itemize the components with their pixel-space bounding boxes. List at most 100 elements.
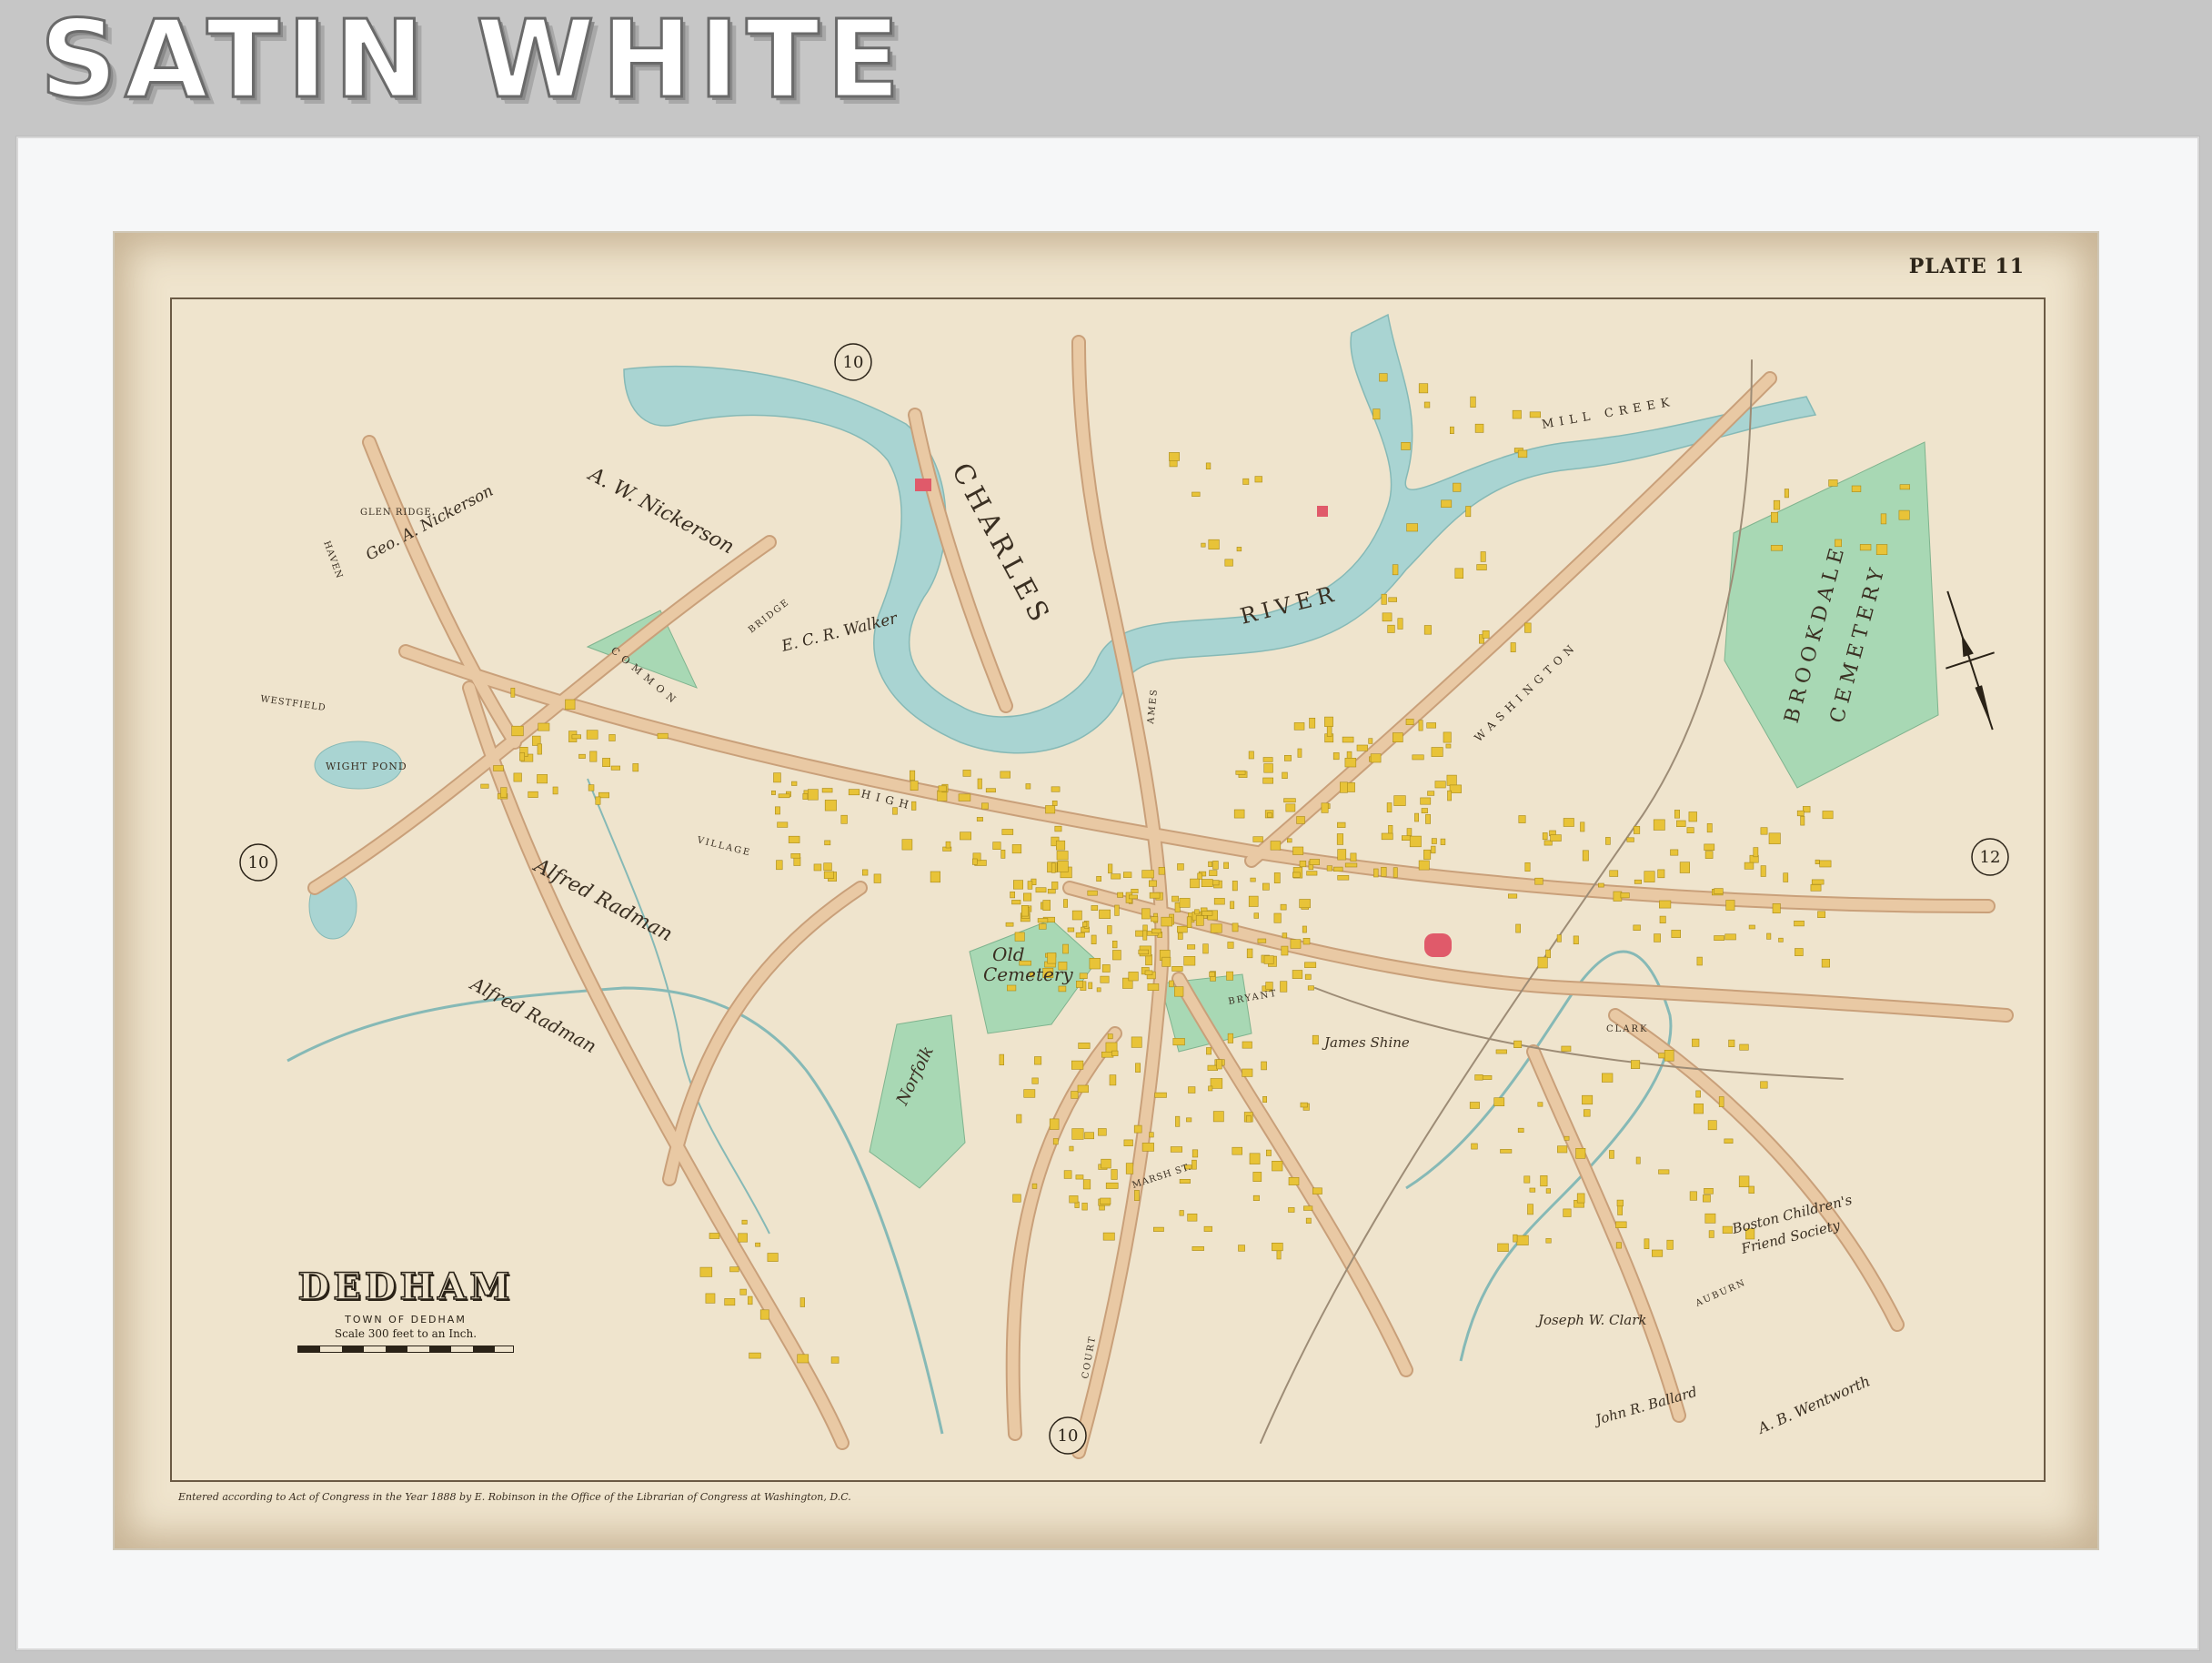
building <box>1069 1195 1079 1204</box>
building <box>1107 1033 1113 1040</box>
building <box>1201 542 1206 548</box>
building <box>1000 771 1010 779</box>
old-cemetery-label-1: Old <box>992 943 1025 965</box>
building <box>1096 987 1101 993</box>
building <box>1031 1183 1038 1189</box>
building <box>1035 887 1047 893</box>
building <box>1179 898 1191 908</box>
building <box>1372 408 1381 420</box>
building <box>571 734 581 740</box>
building <box>1102 1232 1115 1241</box>
building <box>1851 485 1862 492</box>
building <box>537 743 542 755</box>
building <box>1815 859 1820 865</box>
building <box>1694 1104 1704 1114</box>
building <box>1704 851 1714 859</box>
building <box>1696 956 1703 966</box>
building <box>909 770 916 781</box>
building <box>1557 1145 1568 1154</box>
building <box>1010 891 1015 899</box>
building <box>807 789 819 801</box>
building <box>1431 747 1443 757</box>
building <box>1326 725 1332 737</box>
building <box>1406 523 1418 532</box>
building <box>1495 1049 1507 1054</box>
building <box>1096 875 1101 882</box>
building <box>1230 901 1235 910</box>
building <box>632 763 639 772</box>
building <box>1224 559 1233 567</box>
building <box>1695 1090 1701 1098</box>
building <box>1304 962 1317 968</box>
building <box>1011 844 1022 854</box>
building <box>1828 479 1838 487</box>
building <box>1626 837 1634 842</box>
building <box>1529 1187 1536 1193</box>
building <box>1288 1207 1295 1213</box>
building <box>778 793 790 799</box>
building <box>1141 1143 1154 1152</box>
building <box>1101 1051 1114 1058</box>
building <box>1191 491 1201 497</box>
building <box>1280 981 1288 993</box>
building <box>1880 513 1887 525</box>
building <box>1309 717 1316 729</box>
building <box>1659 900 1672 909</box>
building <box>1634 825 1641 834</box>
building <box>1305 1217 1312 1224</box>
building <box>1190 878 1200 889</box>
building <box>788 835 800 843</box>
building <box>1091 934 1097 944</box>
building <box>1292 872 1301 878</box>
building <box>1659 915 1666 923</box>
building <box>1517 449 1528 459</box>
building <box>1054 825 1062 832</box>
building <box>1513 1234 1518 1243</box>
building <box>1476 564 1487 570</box>
building <box>1149 892 1161 899</box>
building <box>821 788 833 793</box>
building <box>1056 851 1069 861</box>
building <box>1707 1120 1717 1131</box>
brook-east <box>1405 950 1673 1362</box>
building <box>1296 816 1305 824</box>
building <box>1191 1149 1199 1158</box>
building <box>1107 925 1112 934</box>
building <box>1738 1175 1750 1188</box>
building <box>1724 933 1736 941</box>
building <box>1688 811 1697 822</box>
building <box>1657 869 1665 879</box>
building <box>1021 904 1029 917</box>
building <box>1001 829 1014 835</box>
building <box>1497 1243 1509 1252</box>
building <box>578 753 586 759</box>
building <box>1131 1036 1142 1048</box>
building <box>1299 860 1307 868</box>
building <box>1117 892 1123 898</box>
building <box>1381 866 1387 877</box>
building <box>1635 1156 1641 1164</box>
building <box>1760 865 1766 877</box>
building <box>1634 879 1642 884</box>
building <box>1267 812 1272 818</box>
building <box>1652 1249 1664 1257</box>
building <box>1340 781 1348 793</box>
building <box>1100 975 1110 983</box>
building <box>1012 880 1023 890</box>
building <box>1078 1043 1091 1049</box>
building <box>1207 1064 1219 1071</box>
building <box>773 772 781 783</box>
building <box>770 790 776 795</box>
building <box>1101 1158 1111 1169</box>
building <box>1609 870 1619 877</box>
joseph-clark-label: Joseph W. Clark <box>1535 1312 1646 1328</box>
building <box>1446 774 1457 786</box>
building <box>1125 1163 1134 1174</box>
building <box>1545 949 1551 959</box>
building <box>1602 1073 1614 1083</box>
building <box>510 687 516 698</box>
building <box>1425 814 1432 824</box>
building <box>1550 834 1562 842</box>
building <box>1091 905 1099 912</box>
building <box>1859 544 1872 551</box>
